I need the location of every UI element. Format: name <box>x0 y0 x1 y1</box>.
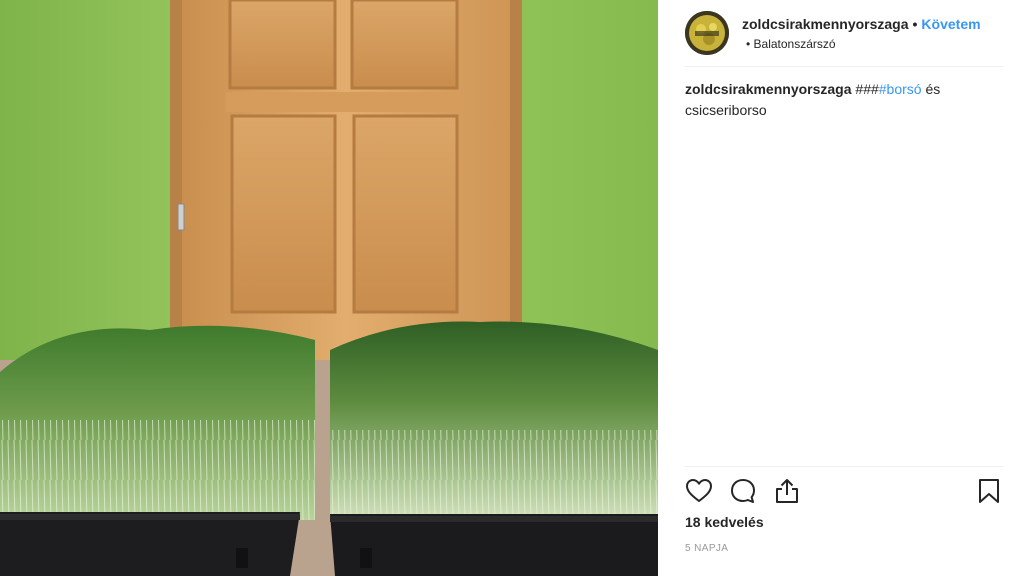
post-timestamp[interactable]: 5 NAPJA <box>685 543 728 554</box>
avatar-image <box>685 11 729 55</box>
post-side-panel: zoldcsirakmennyorszaga • Követem • Balat… <box>658 0 1024 576</box>
follow-button[interactable]: Követem <box>921 16 980 32</box>
comment-button[interactable] <box>729 477 757 505</box>
hashtag-link[interactable]: #borsó <box>879 81 922 97</box>
bookmark-icon <box>979 479 999 503</box>
likes-count[interactable]: 18 kedvelés <box>685 514 764 530</box>
heart-icon <box>685 478 713 503</box>
microgreens-photo <box>0 0 658 576</box>
save-button[interactable] <box>975 477 1003 505</box>
post-photo[interactable] <box>0 0 658 576</box>
caption-username[interactable]: zoldcsirakmennyorszaga <box>685 81 852 97</box>
post-caption: zoldcsirakmennyorszaga ####borsó és csic… <box>685 79 985 121</box>
comment-bubble-icon <box>731 479 755 503</box>
separator-dot: • <box>912 15 918 32</box>
like-button[interactable] <box>685 477 713 505</box>
caption-line2: csicseriborso <box>685 102 767 118</box>
post-header: zoldcsirakmennyorszaga • Követem • Balat… <box>685 0 1003 67</box>
share-upload-icon <box>776 479 798 503</box>
caption-rest: és <box>921 81 941 97</box>
actions-bar <box>685 466 1003 515</box>
share-button[interactable] <box>773 477 801 505</box>
location-link[interactable]: • Balatonszárszó <box>746 37 981 51</box>
avatar[interactable] <box>685 11 729 55</box>
caption-hashes: ### <box>855 81 879 97</box>
username-link[interactable]: zoldcsirakmennyorszaga <box>742 16 909 32</box>
